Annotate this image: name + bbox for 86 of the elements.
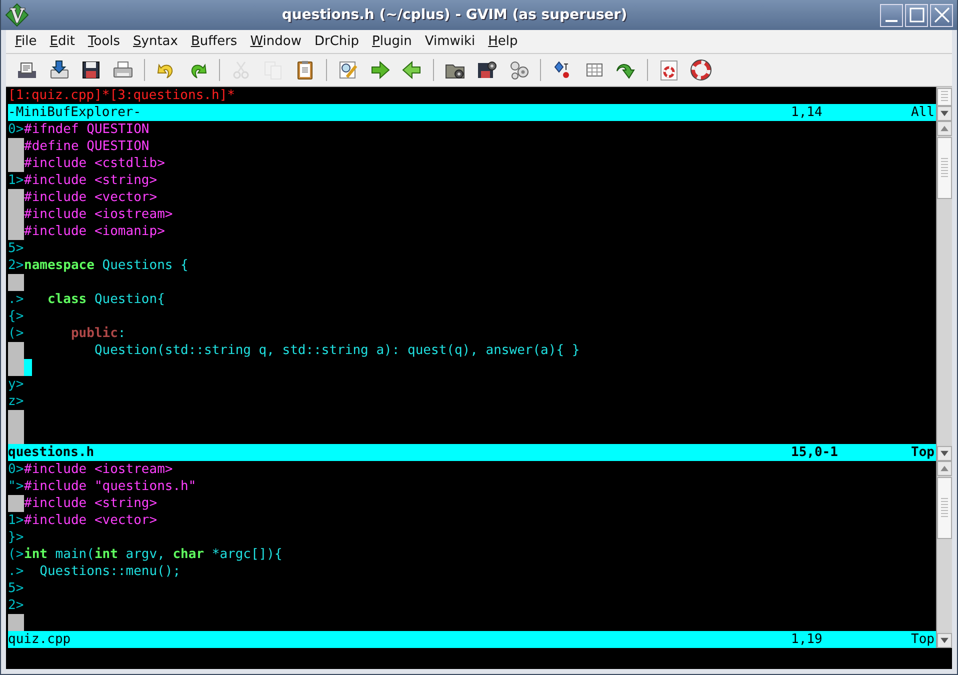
menu-item[interactable]: File — [8, 34, 43, 49]
download-icon[interactable] — [48, 59, 70, 81]
sign-marker: (> — [8, 325, 24, 342]
sign-marker: 2> — [8, 257, 24, 274]
scroll-position: Top — [911, 631, 936, 648]
menu-item[interactable]: Help — [481, 34, 524, 49]
close-button[interactable] — [930, 4, 953, 26]
code-line: namespace Questions { — [24, 257, 188, 274]
code-line: #include <string> — [24, 495, 158, 512]
code-line: #include <iostream> — [24, 461, 173, 478]
sign-marker: 1> — [8, 512, 24, 529]
sign-column-block — [8, 138, 24, 155]
sign-marker: }> — [8, 529, 24, 546]
sign-marker: 5> — [8, 240, 24, 257]
lifebuoy-document-icon[interactable] — [658, 59, 680, 81]
code-line: #include <vector> — [24, 189, 158, 206]
code-line: int main(int argv, char *argc[]){ — [24, 546, 282, 563]
scrollbar[interactable] — [936, 121, 952, 461]
code-line: Questions::menu(); — [38, 563, 181, 580]
code-line: public: — [70, 325, 126, 342]
code-line: #include <iomanip> — [24, 223, 165, 240]
sign-column-block — [8, 223, 24, 240]
sign-marker: 2> — [8, 597, 24, 614]
sign-marker: y> — [8, 376, 24, 393]
sign-marker: z> — [8, 393, 24, 410]
menu-item[interactable]: Syntax — [126, 34, 184, 49]
sign-marker: "> — [8, 478, 24, 495]
close-icon — [932, 5, 952, 25]
sign-column-block — [8, 427, 24, 444]
menu-item[interactable]: Edit — [42, 34, 81, 49]
code-line: class Question{ — [46, 291, 165, 308]
lifebuoy-icon[interactable] — [690, 59, 712, 81]
scroll-position: Top — [911, 444, 936, 461]
magnifier-pencil-icon[interactable] — [337, 59, 359, 81]
cursor-position: 1,19 — [791, 631, 824, 648]
sign-column-block — [8, 274, 24, 291]
sign-column-block — [8, 614, 24, 631]
scrollbar[interactable] — [936, 87, 952, 121]
scroll-position: All — [911, 104, 936, 121]
file-name: questions.h — [8, 444, 96, 461]
sign-marker: {> — [8, 308, 24, 325]
code-line: #include <iostream> — [24, 206, 173, 223]
sign-column-block — [8, 155, 24, 172]
sign-column-block — [8, 359, 24, 376]
code-line: #define QUESTION — [24, 138, 150, 155]
logo-icon — [5, 3, 29, 27]
sign-marker: (> — [8, 546, 24, 563]
cursor-position: 15,0-1 — [791, 444, 839, 461]
code-line: #include <cstdlib> — [24, 155, 165, 172]
menu-item[interactable]: Tools — [80, 34, 126, 49]
menu-item[interactable]: Buffers — [184, 34, 244, 49]
maximize-button[interactable] — [905, 4, 928, 26]
code-line: #include <string> — [24, 172, 158, 189]
file-name: quiz.cpp — [8, 631, 72, 648]
menu-item[interactable]: Vimwiki — [418, 34, 482, 49]
code-line: #include <vector> — [24, 512, 158, 529]
sign-marker: 5> — [8, 580, 24, 597]
menu-item[interactable]: Plugin — [365, 34, 418, 49]
buffer-list[interactable]: [1:quiz.cpp]*[3:questions.h]* — [8, 87, 235, 104]
sign-marker: 0> — [8, 461, 24, 478]
minimize-button[interactable] — [880, 4, 903, 26]
menu-item[interactable]: Window — [243, 34, 308, 49]
scrollbar-thumb[interactable] — [937, 477, 952, 539]
menu-item[interactable]: DrChip — [307, 34, 366, 49]
file-name: -MiniBufExplorer- — [8, 104, 142, 121]
code-line: Question(std::string q, std::string a): quest(q), answer(a){ } — [93, 342, 580, 359]
sign-marker: 0> — [8, 121, 24, 138]
sign-column-block — [8, 495, 24, 512]
window-title: questions.h (~/cplus) - GVIM (as superuser) — [280, 7, 628, 23]
sign-column-block — [8, 410, 24, 427]
left-arrow-icon[interactable] — [401, 59, 423, 81]
minimize-icon — [885, 20, 898, 22]
scrollbar[interactable] — [936, 461, 952, 648]
sign-column-block — [8, 189, 24, 206]
scrollbar-thumb[interactable] — [937, 137, 952, 199]
scrollbar-thumb[interactable] — [937, 88, 952, 106]
code-line: #ifndef QUESTION — [24, 121, 150, 138]
cursor-position: 1,14 — [791, 104, 824, 121]
sign-column-block — [8, 342, 24, 359]
sign-marker: 1> — [8, 172, 24, 189]
floppy-gear-icon[interactable] — [476, 59, 498, 81]
code-line: #include "questions.h" — [24, 478, 196, 495]
gears-icon[interactable] — [508, 59, 530, 81]
sign-marker: .> — [8, 563, 24, 580]
sign-marker: .> — [8, 291, 24, 308]
right-arrow-icon[interactable] — [369, 59, 391, 81]
